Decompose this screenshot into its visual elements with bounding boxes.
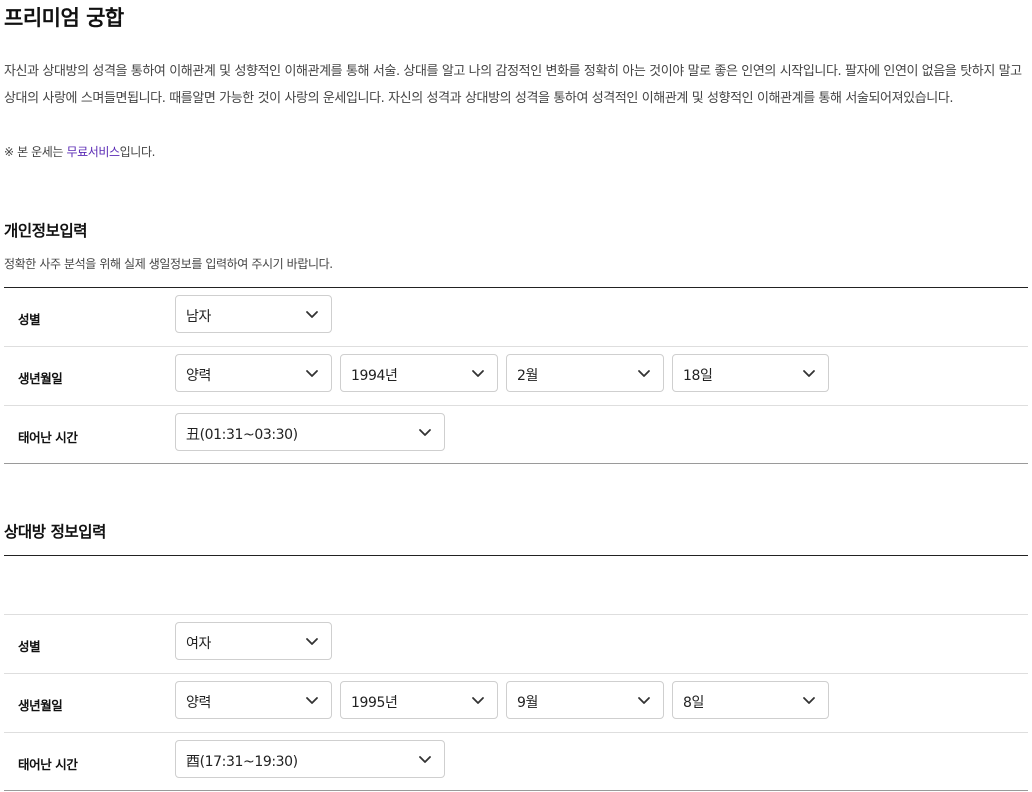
page-title: 프리미엄 궁합 — [4, 6, 124, 30]
chevron-down-icon — [472, 697, 484, 704]
partner-section-title: 상대방 정보입력 — [4, 523, 107, 541]
partner-month-select[interactable]: 9월 — [506, 681, 664, 719]
partner-year-value: 1995년 — [351, 695, 398, 711]
partner-time-select[interactable]: 酉(17:31~19:30) — [175, 740, 445, 778]
chevron-down-icon — [419, 429, 431, 436]
personal-year-select[interactable]: 1994년 — [340, 354, 498, 392]
chevron-down-icon — [306, 311, 318, 318]
chevron-down-icon — [638, 370, 650, 377]
page: 프리미엄 궁합 자신과 상대방의 성격을 통하여 이해관계 및 성향적인 이해관… — [0, 0, 1032, 792]
service-description: 자신과 상대방의 성격을 통하여 이해관계 및 성향적인 이해관계를 통해 서술… — [4, 64, 1022, 106]
partner-birth-label: 생년월일 — [18, 698, 63, 713]
partner-section-divider — [4, 555, 1028, 556]
chevron-down-icon — [306, 638, 318, 645]
chevron-down-icon — [419, 756, 431, 763]
personal-month-value: 2월 — [517, 368, 538, 384]
personal-gender-select[interactable]: 남자 — [175, 295, 332, 333]
free-service-note: ※ 본 운세는 무료서비스입니다. — [4, 143, 155, 160]
personal-section-title: 개인정보입력 — [4, 222, 88, 240]
personal-gender-row: 성별 남자 — [4, 288, 1028, 347]
personal-day-select[interactable]: 18일 — [672, 354, 829, 392]
partner-time-row: 태어난 시간 酉(17:31~19:30) — [4, 733, 1028, 791]
personal-calendar-value: 양력 — [186, 368, 211, 384]
chevron-down-icon — [306, 370, 318, 377]
partner-day-select[interactable]: 8일 — [672, 681, 829, 719]
personal-gender-value: 남자 — [186, 309, 211, 325]
partner-gender-select[interactable]: 여자 — [175, 622, 332, 660]
personal-day-value: 18일 — [683, 368, 713, 384]
personal-time-select[interactable]: 丑(01:31~03:30) — [175, 413, 445, 451]
partner-gender-value: 여자 — [186, 636, 211, 652]
partner-time-value: 酉(17:31~19:30) — [186, 754, 298, 770]
chevron-down-icon — [803, 697, 815, 704]
personal-section-subtitle: 정확한 사주 분석을 위해 실제 생일정보를 입력하여 주시기 바랍니다. — [4, 257, 333, 271]
partner-gender-label: 성별 — [18, 639, 41, 654]
chevron-down-icon — [472, 370, 484, 377]
personal-gender-label: 성별 — [18, 312, 41, 327]
partner-gender-row: 성별 여자 — [4, 615, 1028, 674]
free-service-link[interactable]: 무료서비스 — [66, 145, 120, 159]
chevron-down-icon — [306, 697, 318, 704]
note-suffix: 입니다. — [119, 145, 156, 159]
partner-year-select[interactable]: 1995년 — [340, 681, 498, 719]
partner-time-label: 태어난 시간 — [18, 757, 78, 772]
chevron-down-icon — [638, 697, 650, 704]
personal-birth-row: 생년월일 양력 1994년 2월 18일 — [4, 347, 1028, 406]
partner-birth-row: 생년월일 양력 1995년 9월 8일 — [4, 674, 1028, 733]
partner-calendar-value: 양력 — [186, 695, 211, 711]
personal-time-value: 丑(01:31~03:30) — [186, 427, 298, 443]
chevron-down-icon — [803, 370, 815, 377]
note-prefix: ※ 본 운세는 — [4, 145, 67, 159]
personal-time-label: 태어난 시간 — [18, 430, 78, 445]
personal-birth-label: 생년월일 — [18, 371, 63, 386]
personal-calendar-select[interactable]: 양력 — [175, 354, 332, 392]
partner-day-value: 8일 — [683, 695, 704, 711]
personal-time-row: 태어난 시간 丑(01:31~03:30) — [4, 406, 1028, 464]
partner-calendar-select[interactable]: 양력 — [175, 681, 332, 719]
partner-month-value: 9월 — [517, 695, 538, 711]
personal-month-select[interactable]: 2월 — [506, 354, 664, 392]
personal-year-value: 1994년 — [351, 368, 398, 384]
